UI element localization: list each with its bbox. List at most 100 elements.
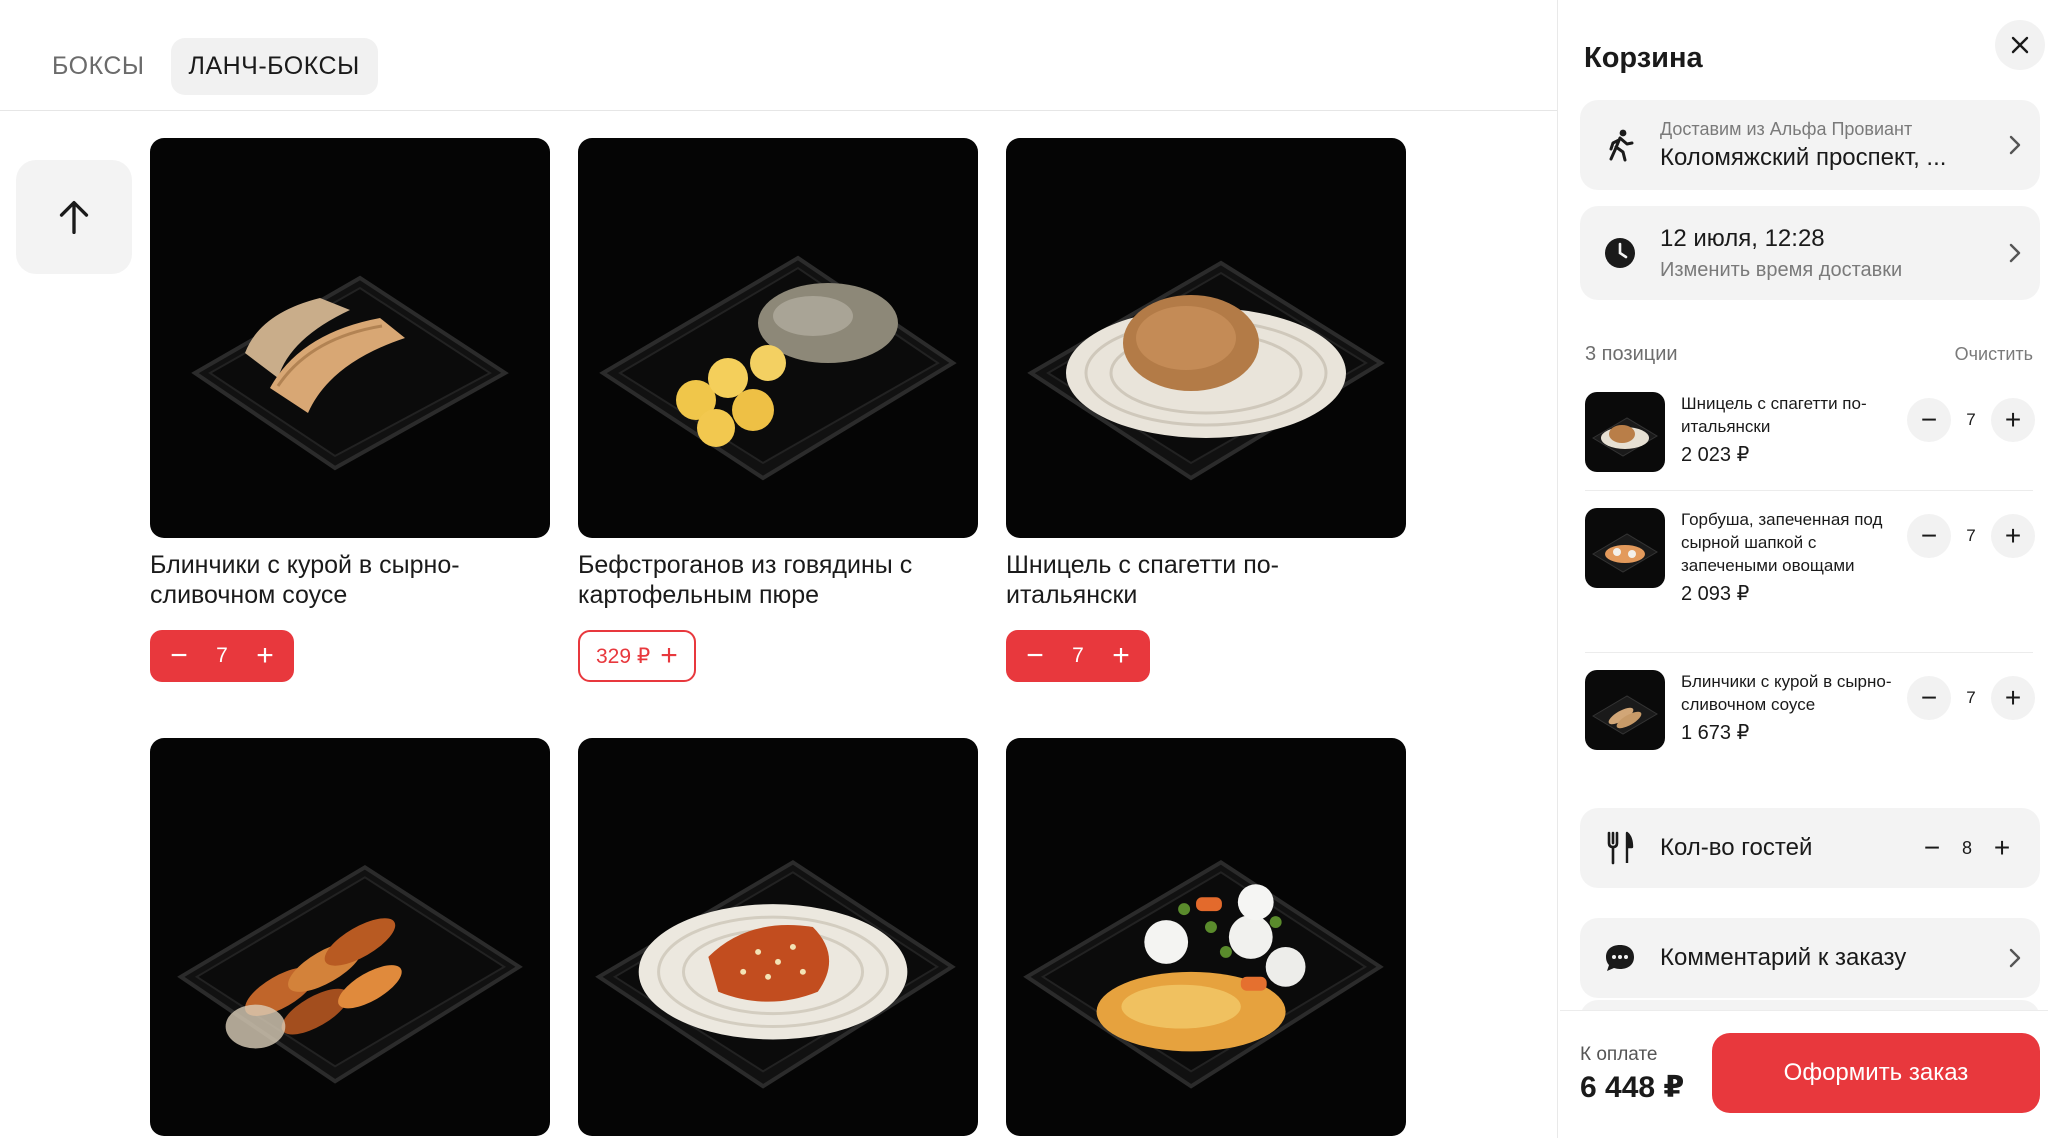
minus-button[interactable]: − [1907,676,1951,720]
cart-item-qty: 7 [1966,526,1976,545]
product-qty: 7 [216,644,228,667]
product-grid: Блинчики с курой в сырно-сливочном соусе… [150,138,1406,1136]
clock-icon [1605,238,1635,268]
arrow-up-icon [59,200,89,235]
cart-item: Горбуша, запеченная под сырной шапкой с … [1585,508,2035,606]
product-qty-stepper: − 7 + [1006,630,1150,682]
cart-item-price: 2 023 ₽ [1681,444,1750,466]
chevron-right-icon [2009,243,2021,263]
cart-item: Блинчики с курой в сырно-сливочном соусе… [1585,670,2035,750]
plus-button[interactable]: + [1108,641,1134,671]
salmon-thumb [1592,533,1658,573]
minus-button[interactable]: − [166,641,192,671]
cart-item-stepper: − 7 + [1907,676,2035,720]
product-name: Блинчики с курой в сырно-сливочном соусе [150,551,460,609]
cart-title: Корзина [1584,42,1703,74]
cart-item-thumbnail [1585,670,1665,750]
cart-item-name: Блинчики с курой в сырно-сливочном соусе [1681,672,1892,714]
plus-button[interactable]: + [252,641,278,671]
tab-lunch-boxes[interactable]: ЛАНЧ-БОКСЫ [170,38,378,95]
positions-header: 3 позиции Очистить [1585,343,2033,366]
plus-icon: + [660,639,678,672]
product-card[interactable] [578,738,978,1136]
minus-button[interactable]: − [1907,398,1951,442]
product-card[interactable]: Шницель с спагетти по-итальянски − 7 + [1006,138,1406,682]
delivery-time: 12 июля, 12:28 [1660,224,1825,252]
crepes-thumb [1592,695,1658,735]
cart-item-name: Шницель с спагетти по-итальянски [1681,394,1867,436]
guests-stepper: − 8 + [1912,828,2022,868]
product-card[interactable] [150,738,550,1136]
delivery-address-card[interactable]: Доставим из Альфа Провиант Коломяжский п… [1580,100,2040,190]
tabs-divider [0,110,1557,111]
cart-item-stepper: − 7 + [1907,514,2035,558]
guests-value: 8 [1961,837,1972,858]
close-button[interactable] [1995,20,2045,70]
checkout-button[interactable]: Оформить заказ [1712,1033,2040,1113]
category-tabs: БОКСЫ ЛАНЧ-БОКСЫ [40,38,378,95]
minus-button[interactable]: − [1907,514,1951,558]
cart-item-thumbnail [1585,392,1665,472]
cart-item-qty: 7 [1966,688,1976,707]
product-photo [1006,138,1406,538]
change-time-label: Изменить время доставки [1660,258,1903,281]
schnitzel-thumb [1592,417,1658,457]
page: БОКСЫ ЛАНЧ-БОКСЫ Блинчики с курой в сырн… [0,0,2048,1138]
chevron-right-icon [2009,948,2021,968]
close-icon [2011,36,2029,54]
product-card[interactable]: Бефстроганов из говядины с картофельным … [578,138,978,682]
order-comment-card[interactable]: Комментарий к заказу [1580,918,2040,998]
total-amount: 6 448 ₽ [1580,1071,1685,1104]
product-qty-stepper: − 7 + [150,630,294,682]
chevron-right-icon [2009,135,2021,155]
noodles-image [595,860,956,1089]
minus-button[interactable]: − [1022,641,1048,671]
plus-button[interactable]: + [1991,398,2035,442]
product-card[interactable] [1006,738,1406,1136]
divider [1585,652,2033,653]
comment-label: Комментарий к заказу [1660,944,1907,971]
plus-button[interactable]: + [1991,676,2035,720]
cutlery-icon [1607,831,1634,865]
potatoes-image [177,865,523,1084]
stroganoff-image [599,255,957,481]
product-price: 329 ₽ [596,644,651,668]
schnitzel-image [1027,260,1385,481]
product-photo [150,738,550,1136]
product-photo [1006,738,1406,1136]
delivery-address: Коломяжский проспект, ... [1660,143,1947,171]
cart-item-price: 2 093 ₽ [1681,583,1750,605]
plus-button[interactable]: + [1982,828,2022,868]
chat-bubble-icon [1606,945,1634,971]
positions-count: 3 позиции [1585,343,1678,365]
add-to-cart-button[interactable]: 329 ₽ + [578,630,696,682]
product-qty: 7 [1072,644,1084,667]
clear-cart-button[interactable]: Очистить [1955,344,2033,365]
cart-item-qty: 7 [1966,410,1976,429]
product-photo [150,138,550,538]
minus-button[interactable]: − [1912,828,1952,868]
crepes-image [191,275,509,471]
product-name: Бефстроганов из говядины с картофельным … [578,551,913,609]
vegetables-image [1023,860,1384,1089]
delivery-source-label: Доставим из Альфа Провиант [1660,118,1913,139]
product-photo [578,738,978,1136]
cart-item: Шницель с спагетти по-итальянски 2 023 ₽… [1585,392,2035,472]
tab-boxes[interactable]: БОКСЫ [40,38,157,95]
catalog: БОКСЫ ЛАНЧ-БОКСЫ Блинчики с курой в сырн… [0,0,1558,1138]
delivery-time-card[interactable]: 12 июля, 12:28 Изменить время доставки [1580,206,2040,300]
product-photo [578,138,978,538]
guests-count-card: Кол-во гостей − 8 + [1580,808,2040,888]
cart-item-name: Горбуша, запеченная под сырной шапкой с … [1681,510,1883,575]
divider [1585,490,2033,491]
product-card[interactable]: Блинчики с курой в сырно-сливочном соусе… [150,138,550,682]
scroll-up-button[interactable] [16,160,132,274]
walking-person-icon [1609,129,1634,162]
cart-item-price: 1 673 ₽ [1681,722,1750,744]
cart-item-stepper: − 7 + [1907,398,2035,442]
cart-item-thumbnail [1585,508,1665,588]
plus-button[interactable]: + [1991,514,2035,558]
product-name: Шницель с спагетти по-итальянски [1006,551,1279,609]
pay-label: К оплате [1580,1044,1658,1065]
guests-label: Кол-во гостей [1660,834,1813,861]
